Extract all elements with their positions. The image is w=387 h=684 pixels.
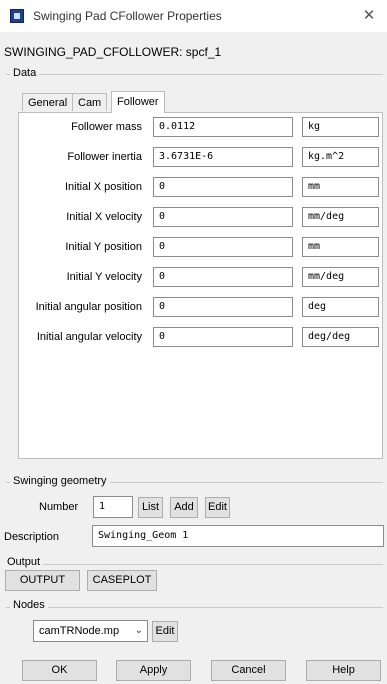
- initial-y-velocity-unit[interactable]: mm/deg: [302, 267, 379, 287]
- initial-y-velocity-label: Initial Y velocity: [66, 271, 142, 283]
- swinging-geometry-label: Swinging geometry: [10, 475, 110, 487]
- nodes-select[interactable]: camTRNode.mp ⌄: [33, 620, 148, 642]
- help-button[interactable]: Help: [306, 660, 381, 681]
- initial-angular-position-label: Initial angular position: [35, 301, 142, 313]
- object-header: SWINGING_PAD_CFOLLOWER: spcf_1: [4, 45, 222, 59]
- follower-inertia-unit[interactable]: kg.m^2: [302, 147, 379, 167]
- follower-mass-input[interactable]: 0.0112: [153, 117, 293, 137]
- follower-mass-label: Follower mass: [71, 121, 142, 133]
- initial-y-position-label: Initial Y position: [65, 241, 142, 253]
- nodes-select-value: camTRNode.mp: [39, 625, 120, 637]
- follower-inertia-label: Follower inertia: [67, 151, 142, 163]
- chevron-down-icon: ⌄: [134, 625, 143, 636]
- initial-x-velocity-label: Initial X velocity: [66, 211, 142, 223]
- initial-x-position-label: Initial X position: [64, 181, 142, 193]
- nodes-group-border: [6, 607, 383, 608]
- initial-x-position-unit[interactable]: mm: [302, 177, 379, 197]
- caseplot-button[interactable]: CASEPLOT: [87, 570, 157, 591]
- number-label: Number: [39, 501, 79, 513]
- initial-angular-position-unit[interactable]: deg: [302, 297, 379, 317]
- cancel-button[interactable]: Cancel: [211, 660, 286, 681]
- description-input[interactable]: Swinging_Geom 1: [92, 525, 384, 547]
- follower-inertia-input[interactable]: 3.6731E-6: [153, 147, 293, 167]
- nodes-group-label: Nodes: [10, 599, 48, 611]
- app-icon: [10, 9, 24, 23]
- initial-angular-position-input[interactable]: 0: [153, 297, 293, 317]
- data-group-label: Data: [10, 67, 40, 79]
- initial-angular-velocity-label: Initial angular velocity: [36, 331, 142, 343]
- number-input[interactable]: 1: [93, 496, 133, 518]
- list-button[interactable]: List: [138, 497, 163, 518]
- initial-angular-velocity-input[interactable]: 0: [153, 327, 293, 347]
- initial-y-velocity-input[interactable]: 0: [153, 267, 293, 287]
- output-group-label: Output: [4, 556, 44, 568]
- initial-x-velocity-input[interactable]: 0: [153, 207, 293, 227]
- edit-nodes-button[interactable]: Edit: [152, 621, 178, 642]
- add-button[interactable]: Add: [170, 497, 198, 518]
- tab-cam[interactable]: Cam: [72, 93, 108, 111]
- data-group-border: [6, 74, 383, 75]
- ok-button[interactable]: OK: [22, 660, 97, 681]
- initial-x-position-input[interactable]: 0: [153, 177, 293, 197]
- initial-angular-velocity-unit[interactable]: deg/deg: [302, 327, 379, 347]
- description-label: Description: [4, 531, 60, 543]
- output-button[interactable]: OUTPUT: [5, 570, 80, 591]
- initial-x-velocity-unit[interactable]: mm/deg: [302, 207, 379, 227]
- window-title: Swinging Pad CFollower Properties: [33, 9, 222, 23]
- apply-button[interactable]: Apply: [116, 660, 191, 681]
- initial-y-position-unit[interactable]: mm: [302, 237, 379, 257]
- initial-y-position-input[interactable]: 0: [153, 237, 293, 257]
- edit-geometry-button[interactable]: Edit: [205, 497, 230, 518]
- output-group-border: [6, 564, 383, 565]
- tab-general[interactable]: General: [22, 93, 74, 111]
- tab-follower[interactable]: Follower: [111, 91, 165, 113]
- follower-mass-unit[interactable]: kg: [302, 117, 379, 137]
- close-button[interactable]: ✕: [359, 6, 379, 26]
